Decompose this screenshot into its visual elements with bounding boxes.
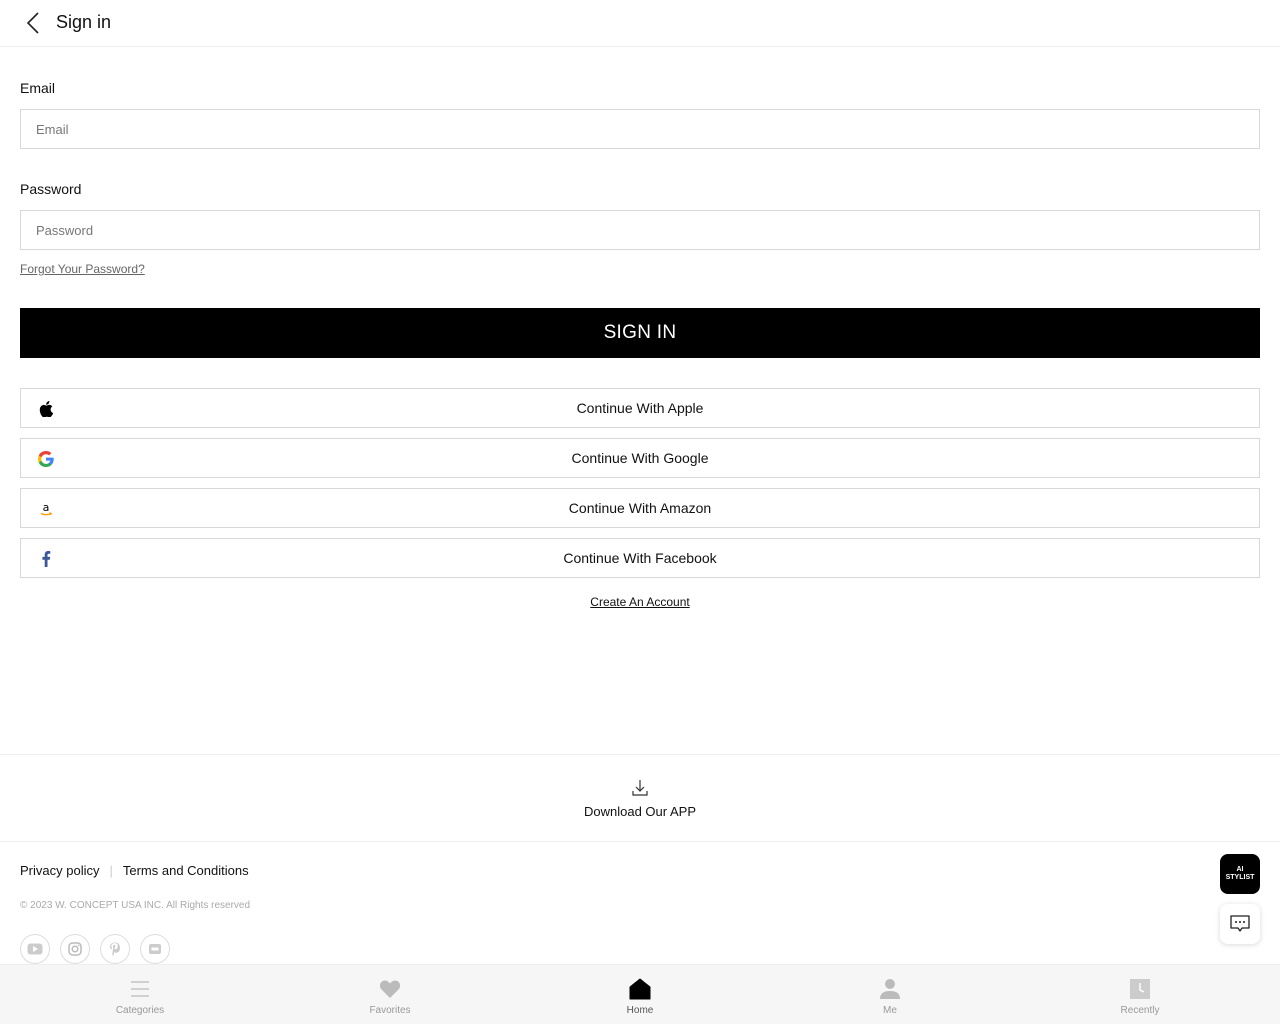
copyright-text: © 2023 W. CONCEPT USA INC. All Rights re…	[20, 900, 251, 911]
download-icon[interactable]	[631, 779, 649, 797]
person-icon	[878, 977, 902, 1001]
pinterest-icon[interactable]	[100, 934, 130, 964]
svg-text:a: a	[43, 501, 50, 514]
email-label: Email	[20, 80, 56, 96]
page-title: Sign in	[56, 12, 112, 32]
facebook-icon	[37, 550, 55, 568]
continue-facebook-button[interactable]: Continue With Facebook	[20, 538, 1260, 578]
ai-stylist-line2: STYLIST	[1225, 874, 1255, 881]
download-app-link[interactable]: Download Our APP	[0, 804, 1280, 819]
home-icon	[628, 977, 652, 1001]
sign-in-page: Sign in Email Password Forgot Your Passw…	[0, 0, 1280, 1024]
continue-google-button[interactable]: Continue With Google	[20, 438, 1260, 478]
nav-label-recently: Recently	[1120, 1005, 1160, 1016]
app-icon[interactable]	[140, 934, 170, 964]
youtube-icon[interactable]	[20, 934, 50, 964]
back-button[interactable]	[20, 10, 46, 36]
chat-button[interactable]	[1220, 904, 1260, 944]
menu-icon	[128, 977, 152, 1001]
ai-stylist-line1: AI	[1236, 866, 1244, 873]
amazon-icon: a	[37, 500, 55, 518]
continue-apple-button[interactable]: Continue With Apple	[20, 388, 1260, 428]
footer-separator: |	[109, 863, 113, 878]
create-account-wrapper: Create An Account	[0, 595, 1280, 609]
email-field[interactable]	[20, 109, 1260, 149]
password-label: Password	[20, 181, 82, 197]
sign-in-button[interactable]: SIGN IN	[20, 308, 1260, 358]
google-icon	[37, 450, 55, 468]
nav-item-recently[interactable]: Recently	[1080, 965, 1200, 1024]
continue-google-label: Continue With Google	[571, 450, 709, 466]
terms-link[interactable]: Terms and Conditions	[123, 863, 249, 878]
footer-links: Privacy policy | Terms and Conditions	[20, 863, 249, 878]
nav-item-me[interactable]: Me	[830, 965, 950, 1024]
forgot-password-link[interactable]: Forgot Your Password?	[20, 262, 145, 276]
apple-icon	[37, 400, 55, 418]
chat-icon	[1230, 915, 1250, 932]
nav-item-categories[interactable]: Categories	[80, 965, 200, 1024]
password-field[interactable]	[20, 210, 1260, 250]
nav-label-me: Me	[883, 1005, 897, 1016]
ai-stylist-button[interactable]: AI STYLIST	[1220, 854, 1260, 894]
continue-amazon-label: Continue With Amazon	[568, 500, 712, 516]
create-account-link[interactable]: Create An Account	[590, 595, 689, 609]
privacy-policy-link[interactable]: Privacy policy	[20, 863, 99, 878]
heart-icon	[378, 977, 402, 1001]
continue-facebook-label: Continue With Facebook	[563, 550, 717, 566]
download-app-section: Download Our APP	[0, 754, 1280, 842]
nav-label-categories: Categories	[115, 1005, 165, 1016]
nav-label-home: Home	[626, 1005, 654, 1016]
continue-amazon-button[interactable]: a Continue With Amazon	[20, 488, 1260, 528]
header: Sign in	[0, 0, 1280, 47]
nav-item-home[interactable]: Home	[580, 965, 700, 1024]
continue-apple-label: Continue With Apple	[576, 400, 704, 416]
instagram-icon[interactable]	[60, 934, 90, 964]
clock-icon	[1128, 977, 1152, 1001]
nav-item-favorites[interactable]: Favorites	[330, 965, 450, 1024]
chevron-left-icon	[26, 12, 39, 34]
social-links	[20, 934, 170, 964]
bottom-nav: Categories Favorites Home Me Recently	[0, 964, 1280, 1024]
nav-label-favorites: Favorites	[369, 1005, 411, 1016]
